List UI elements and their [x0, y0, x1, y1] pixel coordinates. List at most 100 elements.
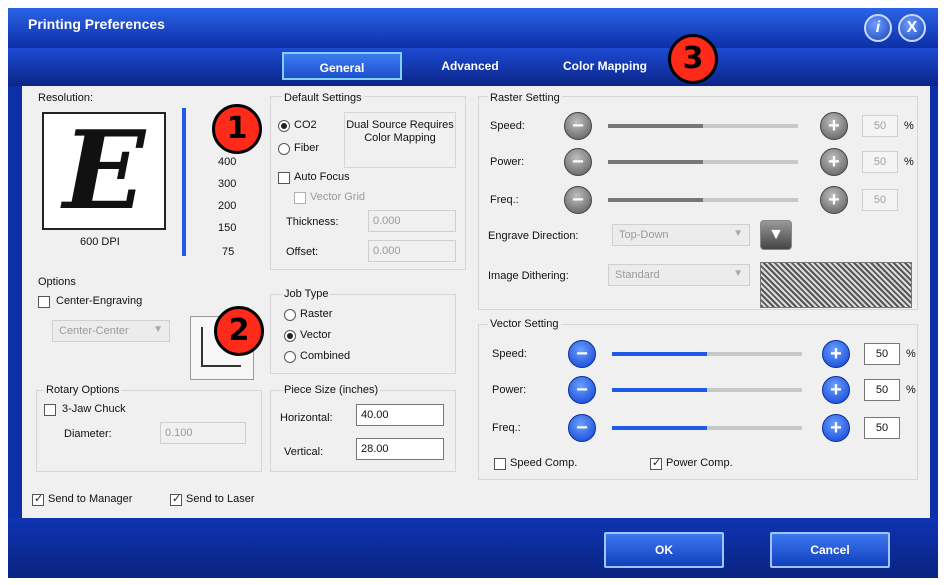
res-tick-400: 400 [218, 156, 237, 168]
resolution-label: Resolution: [38, 92, 94, 104]
vertical-input[interactable]: 28.00 [356, 438, 444, 460]
raster-speed-slider[interactable] [608, 124, 798, 128]
engrave-direction-select[interactable]: Top-Down ▼ [612, 224, 750, 246]
diameter-input[interactable]: 0.100 [160, 422, 246, 444]
vector-freq-fill [612, 426, 707, 430]
raster-freq-value[interactable]: 50 [862, 189, 898, 211]
fiber-radio[interactable] [278, 143, 290, 155]
vector-freq-slider[interactable] [612, 426, 802, 430]
callout-2: 2 [214, 306, 264, 356]
send-to-manager-label: Send to Manager [48, 493, 133, 505]
horizontal-input[interactable]: 40.00 [356, 404, 444, 426]
vector-speed-slider[interactable] [612, 352, 802, 356]
window-title: Printing Preferences [28, 16, 165, 32]
speed-comp-checkbox[interactable] [494, 458, 506, 470]
tab-advanced[interactable]: Advanced [420, 52, 520, 80]
raster-speed-value[interactable]: 50 [862, 115, 898, 137]
combined-radio[interactable] [284, 351, 296, 363]
vector-grid-checkbox[interactable] [294, 192, 306, 204]
image-dithering-value: Standard [615, 269, 660, 281]
vector-power-slider[interactable] [612, 388, 802, 392]
ok-button[interactable]: OK [604, 532, 724, 568]
thickness-input[interactable]: 0.000 [368, 210, 456, 232]
speed-comp-label: Speed Comp. [510, 457, 578, 469]
vector-power-fill [612, 388, 707, 392]
image-dithering-label: Image Dithering: [488, 270, 569, 282]
job-type-group [270, 294, 456, 374]
resolution-preview: E [42, 108, 166, 234]
offset-label: Offset: [286, 246, 319, 258]
jaw-chuck-checkbox[interactable] [44, 404, 56, 416]
raster-speed-plus-button[interactable]: + [820, 112, 848, 140]
center-position-select[interactable]: Center-Center ▼ [52, 320, 170, 342]
raster-freq-slider[interactable] [608, 198, 798, 202]
diameter-label: Diameter: [64, 428, 112, 440]
combined-label: Combined [300, 350, 351, 362]
vector-freq-minus-button[interactable]: − [568, 414, 596, 442]
options-label: Options [38, 276, 76, 288]
vector-radio[interactable] [284, 330, 296, 342]
chevron-down-icon: ▼ [733, 228, 743, 239]
resolution-slider-track[interactable] [182, 108, 186, 256]
vector-speed-value[interactable]: 50 [864, 343, 900, 365]
jaw-chuck-label: 3-Jaw Chuck [62, 403, 126, 415]
image-dithering-select[interactable]: Standard ▼ [608, 264, 750, 286]
vertical-label: Vertical: [284, 446, 324, 458]
engrave-direction-label: Engrave Direction: [488, 230, 579, 242]
engrave-direction-value: Top-Down [619, 229, 669, 241]
send-to-laser-checkbox[interactable] [170, 492, 182, 506]
vector-power-value[interactable]: 50 [864, 379, 900, 401]
vector-label: Vector [300, 329, 332, 341]
raster-freq-plus-button[interactable]: + [820, 186, 848, 214]
dpi-label: 600 DPI [80, 236, 120, 248]
center-position-value: Center-Center [59, 325, 129, 337]
raster-radio[interactable] [284, 309, 296, 321]
tab-general[interactable]: General [282, 52, 402, 80]
raster-power-value[interactable]: 50 [862, 151, 898, 173]
raster-power-slider[interactable] [608, 160, 798, 164]
cancel-button[interactable]: Cancel [770, 532, 890, 568]
raster-freq-label: Freq.: [490, 194, 519, 206]
vector-speed-plus-button[interactable]: + [822, 340, 850, 368]
vector-speed-label: Speed: [492, 348, 527, 360]
raster-power-plus-button[interactable]: + [820, 148, 848, 176]
callout-1: 1 [212, 104, 262, 154]
vector-setting-label: Vector Setting [488, 318, 561, 330]
vector-speed-unit: % [906, 348, 916, 360]
send-to-manager-checkbox[interactable] [32, 492, 44, 506]
tab-color-mapping[interactable]: Color Mapping [540, 52, 670, 80]
offset-input[interactable]: 0.000 [368, 240, 456, 262]
raster-power-label: Power: [490, 156, 525, 168]
raster-label: Raster [300, 308, 333, 320]
raster-speed-label: Speed: [490, 120, 525, 132]
raster-freq-fill [608, 198, 703, 202]
raster-power-fill [608, 160, 703, 164]
piece-size-label: Piece Size (inches) [282, 384, 381, 396]
chevron-down-icon: ▼ [733, 268, 743, 279]
horizontal-label: Horizontal: [280, 412, 333, 424]
info-icon[interactable]: i [864, 14, 892, 42]
vector-freq-value[interactable]: 50 [864, 417, 900, 439]
vector-freq-plus-button[interactable]: + [822, 414, 850, 442]
vector-power-minus-button[interactable]: − [568, 376, 596, 404]
vector-speed-minus-button[interactable]: − [568, 340, 596, 368]
raster-power-minus-button[interactable]: − [564, 148, 592, 176]
close-icon[interactable]: X [898, 14, 926, 42]
vector-power-plus-button[interactable]: + [822, 376, 850, 404]
center-engraving-checkbox[interactable] [38, 296, 50, 308]
co2-radio[interactable] [278, 120, 290, 132]
auto-focus-checkbox[interactable] [278, 172, 290, 184]
power-comp-checkbox[interactable] [650, 456, 662, 470]
raster-freq-minus-button[interactable]: − [564, 186, 592, 214]
fiber-label: Fiber [294, 142, 320, 154]
job-type-label: Job Type [282, 288, 331, 300]
engrave-direction-arrow-icon[interactable]: ▼ [760, 220, 792, 250]
raster-power-unit: % [904, 156, 914, 168]
co2-label: CO2 [294, 119, 317, 131]
raster-speed-minus-button[interactable]: − [564, 112, 592, 140]
auto-focus-label: Auto Focus [294, 171, 350, 183]
default-settings-label: Default Settings [282, 92, 364, 104]
power-comp-label: Power Comp. [666, 457, 733, 469]
vector-speed-fill [612, 352, 707, 356]
vector-power-unit: % [906, 384, 916, 396]
